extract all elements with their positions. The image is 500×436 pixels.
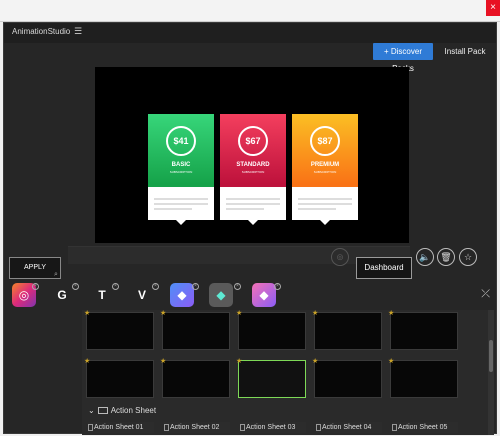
star-icon: ★ bbox=[84, 310, 91, 317]
pricing-card-premium: $87 PREMIUM SUBSCRIPTION bbox=[292, 114, 358, 225]
star-icon: ★ bbox=[160, 310, 167, 317]
template-thumb[interactable]: ★ bbox=[84, 358, 154, 398]
remove-pack-icon[interactable]: × bbox=[274, 283, 281, 290]
remove-pack-icon[interactable]: × bbox=[152, 283, 159, 290]
action-sheet-item[interactable]: Action Sheet 03 bbox=[240, 422, 306, 433]
remove-pack-icon[interactable]: × bbox=[72, 283, 79, 290]
window-close-button[interactable]: × bbox=[486, 0, 500, 16]
price-badge: $67 bbox=[238, 126, 268, 156]
t-pack-icon[interactable]: T bbox=[90, 283, 114, 307]
g-pack-icon[interactable]: G bbox=[50, 283, 74, 307]
pricing-card-basic: $41 BASIC SUBSCRIPTION bbox=[148, 114, 214, 225]
remove-pack-icon[interactable]: × bbox=[112, 283, 119, 290]
v-pack-icon[interactable]: V bbox=[130, 283, 154, 307]
template-gallery: ★ ★ ★ ★ ★ ★ ★ ★ ★ ★ ⌄ Action Sheet Action… bbox=[82, 310, 488, 435]
dashboard-button[interactable]: Dashboard bbox=[356, 257, 412, 279]
apply-button[interactable]: APPLY ⌕ bbox=[9, 257, 61, 279]
layers-blue-pack-icon[interactable]: ◆ bbox=[170, 283, 194, 307]
plan-sub: SUBSCRIPTION bbox=[241, 170, 265, 174]
price-badge: $87 bbox=[310, 126, 340, 156]
star-icon: ★ bbox=[84, 358, 91, 365]
layers-pink-pack-icon[interactable]: ◆ bbox=[252, 283, 276, 307]
plan-name: STANDARD bbox=[236, 162, 270, 168]
gallery-scrollbar[interactable] bbox=[488, 310, 494, 435]
chevron-down-icon: ⌄ bbox=[88, 406, 95, 415]
discover-packs-button[interactable]: + Discover Packs bbox=[373, 43, 433, 73]
plan-sub: SUBSCRIPTION bbox=[169, 170, 193, 174]
template-thumb[interactable]: ★ bbox=[388, 310, 458, 350]
remove-pack-icon[interactable]: × bbox=[192, 283, 199, 290]
template-thumb[interactable]: ★ bbox=[388, 358, 458, 398]
star-icon: ★ bbox=[388, 310, 395, 317]
action-sheet-item[interactable]: Action Sheet 02 bbox=[164, 422, 230, 433]
template-thumb[interactable]: ★ bbox=[236, 310, 306, 350]
template-thumb[interactable]: ★ bbox=[160, 310, 230, 350]
app-titlebar: AnimationStudio ☰ bbox=[4, 23, 496, 43]
target-icon[interactable]: ⊚ bbox=[331, 248, 349, 266]
folder-icon bbox=[97, 407, 108, 415]
template-thumb-selected[interactable]: ★ bbox=[236, 358, 306, 398]
remove-pack-icon[interactable]: × bbox=[32, 283, 39, 290]
section-action-sheet[interactable]: ⌄ Action Sheet bbox=[88, 406, 156, 415]
volume-icon[interactable]: 🔈 bbox=[416, 248, 434, 266]
star-icon: ★ bbox=[388, 358, 395, 365]
pack-toolbar: ◎ × G × T × V × ◆ × ◆ × ◆ × ⤫ bbox=[4, 280, 498, 310]
layers-green-pack-icon[interactable]: ◆ bbox=[209, 283, 233, 307]
app-title: AnimationStudio bbox=[12, 27, 71, 36]
template-thumb[interactable]: ★ bbox=[160, 358, 230, 398]
action-sheet-item[interactable]: Action Sheet 04 bbox=[316, 422, 382, 433]
scrollbar-thumb[interactable] bbox=[489, 340, 493, 372]
template-thumb[interactable]: ★ bbox=[312, 310, 382, 350]
star-icon: ★ bbox=[236, 358, 243, 365]
app-window: AnimationStudio ☰ + Discover Packs Insta… bbox=[3, 22, 498, 435]
template-thumb[interactable]: ★ bbox=[84, 310, 154, 350]
install-pack-button[interactable]: Install Pack bbox=[440, 43, 490, 60]
menu-icon[interactable]: ☰ bbox=[74, 26, 82, 37]
apply-label: APPLY bbox=[24, 264, 47, 271]
preview-canvas: $41 BASIC SUBSCRIPTION $67 STANDARD SUBS… bbox=[95, 67, 409, 243]
window-titlebar: × bbox=[0, 0, 500, 22]
price-badge: $41 bbox=[166, 126, 196, 156]
section-title: Action Sheet bbox=[110, 406, 157, 415]
pricing-card-standard: $67 STANDARD SUBSCRIPTION bbox=[220, 114, 286, 225]
plan-name: PREMIUM bbox=[310, 162, 340, 168]
remove-pack-icon[interactable]: × bbox=[234, 283, 241, 290]
star-icon: ★ bbox=[312, 310, 319, 317]
plan-name: BASIC bbox=[171, 162, 191, 168]
favorite-star-icon[interactable]: ☆ bbox=[459, 248, 477, 266]
tools-close-icon[interactable]: ⤫ bbox=[481, 288, 490, 301]
action-sheet-item[interactable]: Action Sheet 05 bbox=[392, 422, 458, 433]
star-icon: ★ bbox=[160, 358, 167, 365]
template-thumb[interactable]: ★ bbox=[312, 358, 382, 398]
action-sheet-item[interactable]: Action Sheet 01 bbox=[88, 422, 154, 433]
plan-sub: SUBSCRIPTION bbox=[313, 170, 337, 174]
star-icon: ★ bbox=[312, 358, 319, 365]
trash-icon[interactable]: 🗑 bbox=[437, 248, 455, 266]
star-icon: ★ bbox=[236, 310, 243, 317]
